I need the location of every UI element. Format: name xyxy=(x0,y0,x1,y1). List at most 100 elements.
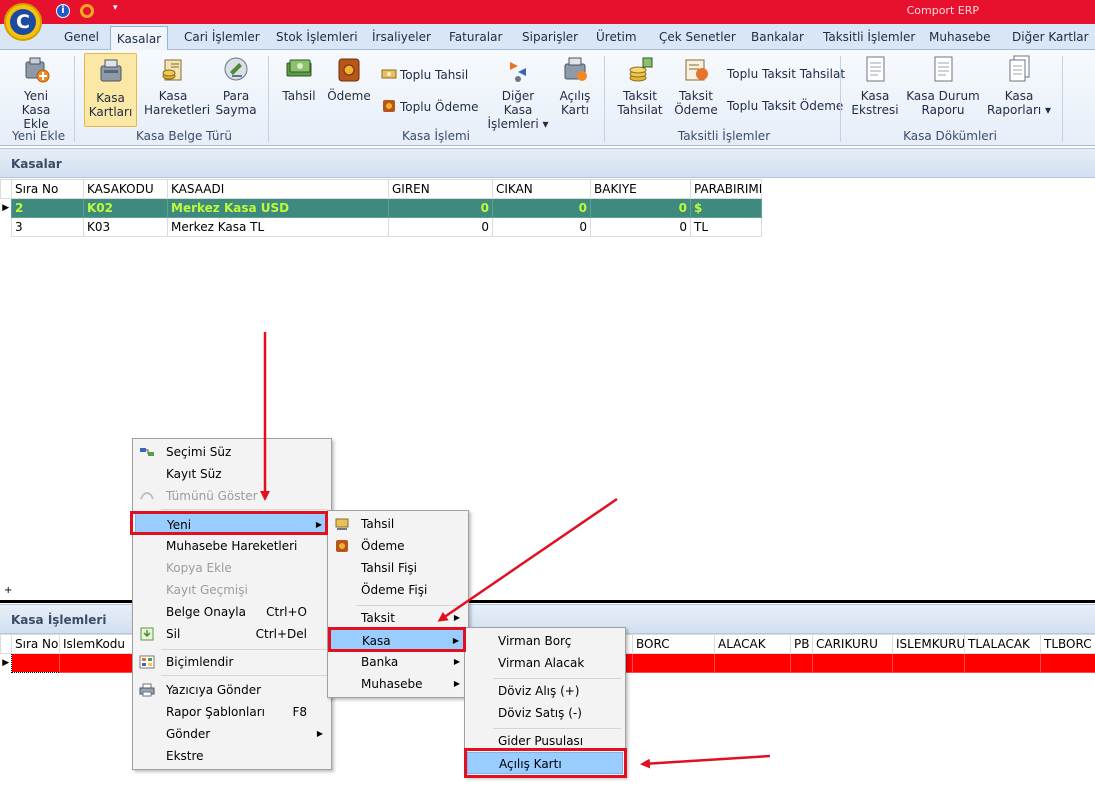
para-sayma-button[interactable]: Para Sayma xyxy=(210,54,262,117)
cell-giren[interactable]: 0 xyxy=(388,217,493,237)
menu-item-rapor-sablonlari[interactable]: Rapor Şablonları F8 xyxy=(135,701,329,723)
menu-item-taksit[interactable]: Taksit ▶ xyxy=(330,607,466,629)
menu-item-yaziciya-gonder[interactable]: Yazıcıya Gönder xyxy=(135,679,329,701)
tab-faturalar[interactable]: Faturalar xyxy=(449,30,502,50)
kasa-hareketleri-button[interactable]: Kasa Hareketleri xyxy=(144,54,210,117)
cell-alacak[interactable] xyxy=(714,653,791,673)
tab-genel[interactable]: Genel xyxy=(64,30,99,50)
menu-item-belge-onayla[interactable]: Belge Onayla Ctrl+O xyxy=(135,601,329,623)
cell-kasaadi[interactable]: Merkez Kasa TL xyxy=(167,217,389,237)
column-header-carikuru[interactable]: CARIKURU xyxy=(812,634,893,654)
menu-item-virman-borc[interactable]: Virman Borç xyxy=(467,630,623,652)
menu-item-bicimlendir[interactable]: Biçimlendir xyxy=(135,651,329,673)
menu-item-muhasebe-hareketleri[interactable]: Muhasebe Hareketleri xyxy=(135,535,329,557)
tahsil-button[interactable]: Tahsil xyxy=(280,54,318,103)
tab-diger-kartlar[interactable]: Diğer Kartlar xyxy=(1012,30,1089,50)
taksit-odeme-button[interactable]: Taksit Ödeme xyxy=(672,54,720,117)
menu-item-banka[interactable]: Banka ▶ xyxy=(330,651,466,673)
column-header-borc[interactable]: BORC xyxy=(632,634,715,654)
menu-item-ekstre[interactable]: Ekstre xyxy=(135,745,329,767)
toplu-taksit-tahsilat-button[interactable]: Toplu Taksit Tahsilat xyxy=(727,67,845,81)
tab-bankalar[interactable]: Bankalar xyxy=(751,30,804,50)
menu-item-tahsil-fisi[interactable]: Tahsil Fişi xyxy=(330,557,466,579)
quick-access-dropdown-icon[interactable]: ▾ xyxy=(113,3,118,13)
cell-bakiye[interactable]: 0 xyxy=(590,217,691,237)
cell-sira-no[interactable]: 3 xyxy=(11,217,84,237)
cell-bakiye[interactable]: 0 xyxy=(590,198,691,218)
tab-stok-islemleri[interactable]: Stok İşlemleri xyxy=(276,30,358,50)
tab-siparisler[interactable]: Siparişler xyxy=(522,30,578,50)
cell-giren[interactable]: 0 xyxy=(388,198,493,218)
add-row-icon[interactable]: + xyxy=(4,585,12,596)
menu-item-gonder[interactable]: Gönder ▶ xyxy=(135,723,329,745)
tab-cari-islemler[interactable]: Cari İşlemler xyxy=(184,30,260,50)
column-header-kasaadi[interactable]: KASAADI xyxy=(167,179,389,199)
column-header-sira-no[interactable]: Sıra No xyxy=(11,179,84,199)
cell-cikan[interactable]: 0 xyxy=(492,198,591,218)
refresh-icon[interactable] xyxy=(80,4,94,18)
app-logo-icon[interactable]: C xyxy=(4,3,42,41)
column-header-kasakodu[interactable]: KASAKODU xyxy=(83,179,168,199)
menu-item-secimi-suz[interactable]: Seçimi Süz xyxy=(135,441,329,463)
toplu-odeme-button[interactable]: Toplu Ödeme xyxy=(381,99,479,114)
kasa-durum-raporu-button[interactable]: Kasa Durum Raporu xyxy=(906,54,980,117)
column-header-sira-no[interactable]: Sıra No xyxy=(11,634,60,654)
kasa-kartlari-button[interactable]: Kasa Kartları xyxy=(84,53,137,127)
taksit-tahsilat-button[interactable]: Taksit Tahsilat xyxy=(614,54,666,117)
toplu-tahsil-button[interactable]: Toplu Tahsil xyxy=(381,67,468,82)
yeni-kasa-ekle-button[interactable]: Yeni Kasa Ekle xyxy=(8,54,64,131)
column-header-alacak[interactable]: ALACAK xyxy=(714,634,791,654)
menu-item-muhasebe[interactable]: Muhasebe ▶ xyxy=(330,673,466,695)
cell-pb[interactable] xyxy=(790,653,813,673)
cell-kasakodu[interactable]: K02 xyxy=(83,198,168,218)
tahsil-label: Tahsil xyxy=(282,89,316,103)
tab-muhasebe[interactable]: Muhasebe xyxy=(929,30,991,50)
tab-cek-senetler[interactable]: Çek Senetler xyxy=(659,30,736,50)
menu-item-shortcut: Ctrl+Del xyxy=(255,627,307,641)
cell-parabirimi[interactable]: TL xyxy=(690,217,762,237)
column-header-pb[interactable]: PB xyxy=(790,634,813,654)
info-icon[interactable]: i xyxy=(56,4,70,18)
menu-item-sil[interactable]: Sil Ctrl+Del xyxy=(135,623,329,645)
cell-kasakodu[interactable]: K03 xyxy=(83,217,168,237)
kasa-raporlari-button[interactable]: Kasa Raporları ▾ xyxy=(986,54,1052,117)
diger-kasa-islemleri-button[interactable]: Diğer Kasa İşlemleri ▾ xyxy=(487,54,549,131)
menu-item-odeme-fisi[interactable]: Ödeme Fişi xyxy=(330,579,466,601)
column-header-tlborc[interactable]: TLBORC xyxy=(1040,634,1095,654)
menu-item-tahsil[interactable]: Tahsil xyxy=(330,513,466,535)
column-header-islemkuru[interactable]: ISLEMKURU xyxy=(892,634,965,654)
table-row[interactable]: ▶ 2 K02 Merkez Kasa USD 0 0 0 $ xyxy=(0,198,762,218)
cell-parabirimi[interactable]: $ xyxy=(690,198,762,218)
cell-islemkuru[interactable] xyxy=(892,653,965,673)
toplu-taksit-odeme-button[interactable]: Toplu Taksit Ödeme xyxy=(727,99,843,113)
cell-kasaadi[interactable]: Merkez Kasa USD xyxy=(167,198,389,218)
coins-icon xyxy=(629,57,653,82)
cell-tlborc[interactable] xyxy=(1040,653,1095,673)
cell-cikan[interactable]: 0 xyxy=(492,217,591,237)
tab-taksitli-islemler[interactable]: Taksitli İşlemler xyxy=(823,30,915,50)
column-header-cikan[interactable]: CIKAN xyxy=(492,179,591,199)
odeme-button[interactable]: Ödeme xyxy=(326,54,372,103)
cell-carikuru[interactable] xyxy=(812,653,893,673)
table-row[interactable]: 3 K03 Merkez Kasa TL 0 0 0 TL xyxy=(1,217,762,237)
tab-irsaliyeler[interactable]: İrsaliyeler xyxy=(372,30,431,50)
column-header-giren[interactable]: GIREN xyxy=(388,179,493,199)
column-header-parabirimi[interactable]: PARABIRIMI xyxy=(690,179,762,199)
kasa-ekstresi-button[interactable]: Kasa Ekstresi xyxy=(850,54,900,117)
cell-sira-no[interactable]: 2 xyxy=(11,198,84,218)
menu-item-doviz-alis[interactable]: Döviz Alış (+) xyxy=(467,680,623,702)
diger-kasa-islemleri-label-1: Diğer Kasa xyxy=(501,89,535,117)
tab-uretim[interactable]: Üretim xyxy=(596,30,637,50)
cell-sira-no[interactable] xyxy=(11,653,60,673)
menu-item-virman-alacak[interactable]: Virman Alacak xyxy=(467,652,623,674)
menu-item-kayit-suz[interactable]: Kayıt Süz xyxy=(135,463,329,485)
column-header-tlalacak[interactable]: TLALACAK xyxy=(964,634,1041,654)
column-header-bakiye[interactable]: BAKIYE xyxy=(590,179,691,199)
menu-item-label: Virman Alacak xyxy=(498,656,585,670)
cell-tlalacak[interactable] xyxy=(964,653,1041,673)
cell-borc[interactable] xyxy=(632,653,715,673)
menu-item-doviz-satis[interactable]: Döviz Satış (-) xyxy=(467,702,623,724)
tab-kasalar[interactable]: Kasalar xyxy=(110,26,168,51)
acilis-karti-button[interactable]: Açılış Kartı xyxy=(556,54,594,117)
menu-item-odeme[interactable]: Ödeme xyxy=(330,535,466,557)
